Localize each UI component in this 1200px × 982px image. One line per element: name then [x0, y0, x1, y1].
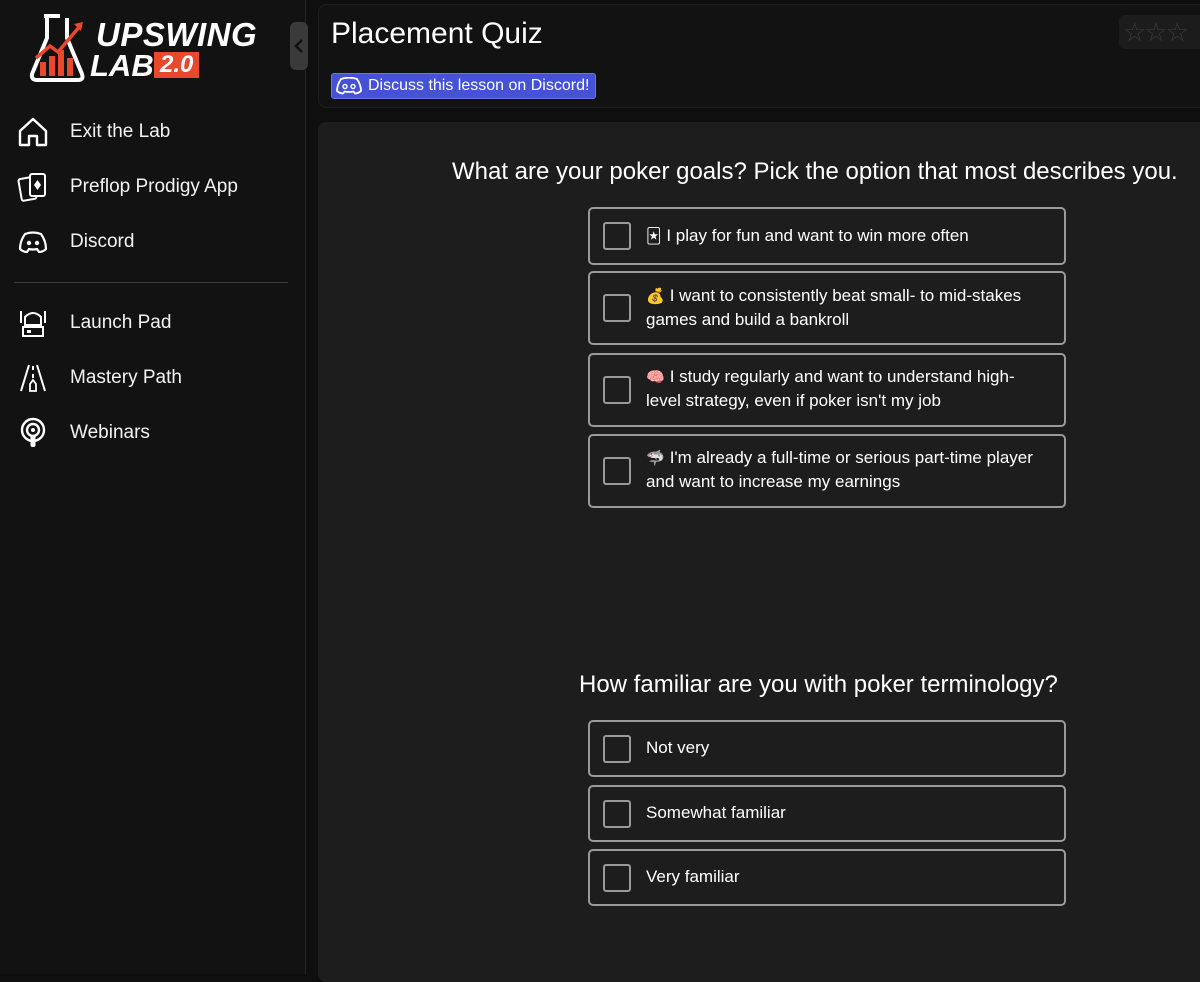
- lesson-header: Placement Quiz Discuss this lesson on Di…: [318, 4, 1200, 108]
- option-label: 💰 I want to consistently beat small- to m…: [646, 286, 1022, 329]
- star-icon: ☆☆☆: [1123, 16, 1189, 47]
- sidebar-item-label: Webinars: [70, 422, 150, 443]
- option-label: 🦈 I'm already a full-time or serious part…: [646, 448, 1033, 491]
- sidebar-item-label: Exit the Lab: [70, 121, 171, 142]
- sidebar: UPSWING LAB 2.0 Exit the Lab Preflop Pro…: [0, 0, 306, 974]
- discord-icon: [336, 77, 362, 95]
- money-bag-icon: 💰: [646, 287, 665, 305]
- question-poker-goals: What are your poker goals? Pick the opti…: [452, 158, 1178, 185]
- option-play-for-fun[interactable]: 🃏 I play for fun and want to win more oft…: [588, 207, 1066, 265]
- question-terminology-familiarity: How familiar are you with poker terminol…: [579, 671, 1058, 698]
- discord-button-label: Discuss this lesson on Discord!: [368, 77, 590, 94]
- option-somewhat-familiar[interactable]: Somewhat familiar: [588, 785, 1066, 842]
- sidebar-divider: [14, 282, 288, 283]
- logo-version-badge: 2.0: [154, 52, 200, 78]
- option-label: 🧠 I study regularly and want to understan…: [646, 367, 1015, 410]
- brain-icon: 🧠: [646, 368, 665, 386]
- checkbox[interactable]: [603, 735, 631, 763]
- option-beat-small-mid-stakes[interactable]: 💰 I want to consistently beat small- to m…: [588, 271, 1066, 345]
- sidebar-item-mastery-path[interactable]: Mastery Path: [14, 358, 290, 398]
- logo-word-lab: LAB: [90, 48, 154, 83]
- checkbox[interactable]: [603, 457, 631, 485]
- option-label: Not very: [646, 738, 710, 757]
- page-title: Placement Quiz: [331, 17, 543, 50]
- option-label: Somewhat familiar: [646, 803, 786, 822]
- discord-icon: [14, 223, 52, 261]
- shark-icon: 🦈: [646, 449, 665, 467]
- option-label: Very familiar: [646, 867, 740, 886]
- road-icon: [14, 359, 52, 397]
- upswing-lab-logo[interactable]: UPSWING LAB 2.0: [28, 12, 268, 84]
- sidebar-item-discord[interactable]: Discord: [14, 222, 290, 262]
- collapse-sidebar-button[interactable]: [290, 22, 308, 70]
- sidebar-item-launch-pad[interactable]: Launch Pad: [14, 303, 290, 343]
- sidebar-item-webinars[interactable]: Webinars: [14, 413, 290, 453]
- cards-icon: [14, 168, 52, 206]
- option-not-very[interactable]: Not very: [588, 720, 1066, 777]
- flask-chart-icon: [29, 14, 85, 82]
- sidebar-item-label: Mastery Path: [70, 367, 182, 388]
- chevron-left-icon: [294, 39, 303, 53]
- home-icon: [14, 113, 52, 151]
- discuss-on-discord-button[interactable]: Discuss this lesson on Discord!: [331, 73, 597, 99]
- sidebar-item-label: Discord: [70, 231, 135, 252]
- option-full-time-player[interactable]: 🦈 I'm already a full-time or serious part…: [588, 434, 1066, 508]
- sidebar-item-exit-the-lab[interactable]: Exit the Lab: [14, 112, 290, 152]
- launch-pad-icon: [14, 304, 52, 342]
- option-study-regularly[interactable]: 🧠 I study regularly and want to understan…: [588, 353, 1066, 427]
- option-label: 🃏 I play for fun and want to win more oft…: [646, 226, 969, 245]
- sidebar-item-label: Preflop Prodigy App: [70, 176, 238, 197]
- sidebar-item-label: Launch Pad: [70, 312, 172, 333]
- podcast-icon: [14, 414, 52, 452]
- checkbox[interactable]: [603, 222, 631, 250]
- joker-card-icon: 🃏: [646, 227, 662, 245]
- checkbox[interactable]: [603, 376, 631, 404]
- sidebar-item-preflop-prodigy-app[interactable]: Preflop Prodigy App: [14, 167, 290, 207]
- checkbox[interactable]: [603, 800, 631, 828]
- option-very-familiar[interactable]: Very familiar: [588, 849, 1066, 906]
- lesson-rating-stars[interactable]: ☆☆☆: [1119, 15, 1200, 49]
- quiz-panel: What are your poker goals? Pick the opti…: [318, 122, 1200, 982]
- checkbox[interactable]: [603, 294, 631, 322]
- checkbox[interactable]: [603, 864, 631, 892]
